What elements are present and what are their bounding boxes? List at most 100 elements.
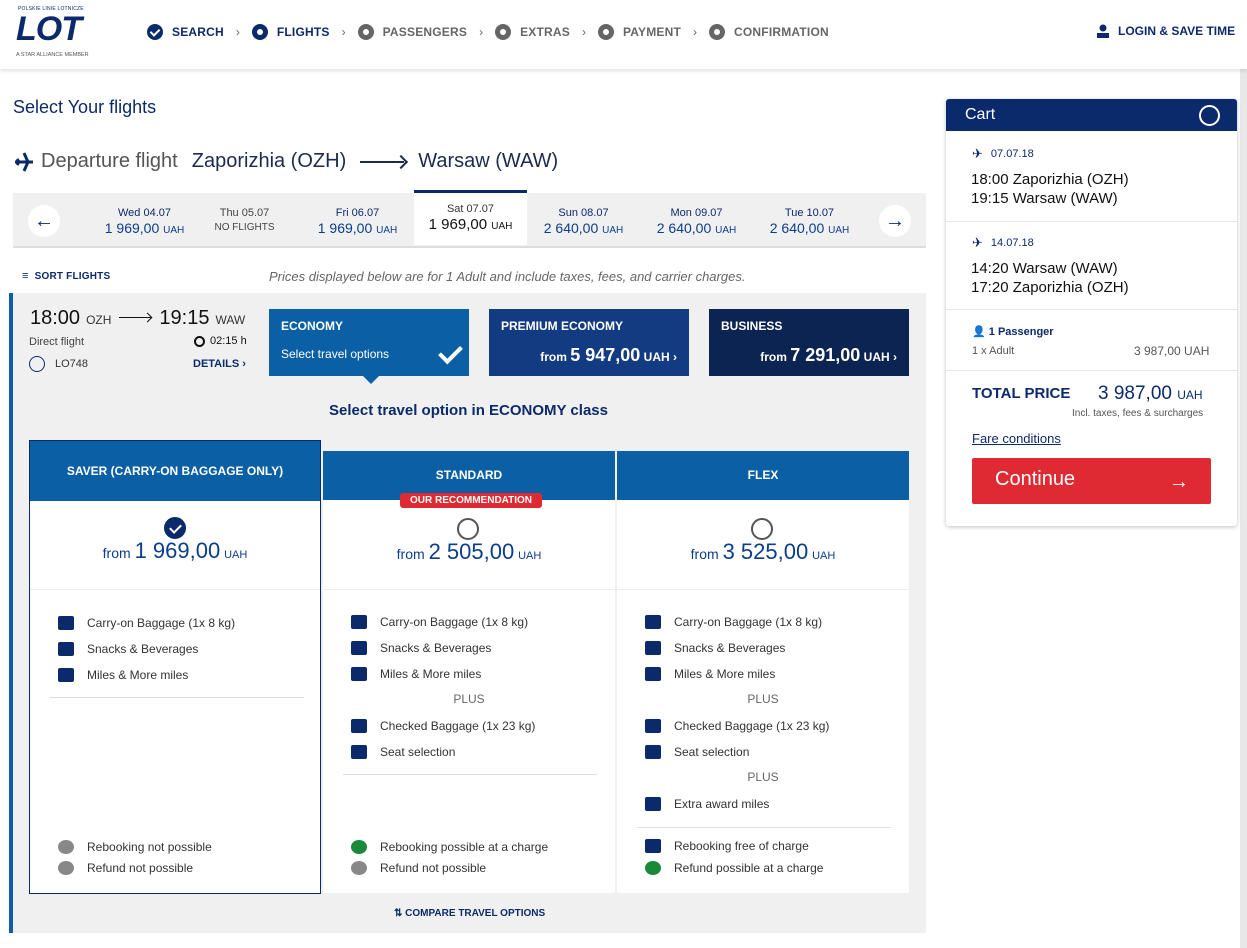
snack-icon [58, 642, 74, 656]
next-dates-button[interactable]: → [879, 205, 911, 237]
star-alliance-text: A STAR ALLIANCE MEMBER [16, 52, 89, 58]
fare-conditions-link[interactable]: Fare conditions [972, 431, 1061, 446]
select-option-heading: Select travel option in ECONOMY class [329, 402, 608, 419]
login-button[interactable]: LOGIN & SAVE TIME [1096, 24, 1235, 38]
cart-segment-outbound: ✈ 07.07.18 18:00 Zaporizhia (OZH) 19:15 W… [971, 146, 1129, 207]
plus-divider: PLUS [453, 692, 485, 706]
passenger-type: 1 x Adult [972, 345, 1015, 357]
step-icon [495, 24, 512, 40]
scrollbar[interactable] [1240, 0, 1247, 948]
feature-seat: Seat selection [645, 745, 749, 759]
date-tab-sun[interactable]: Sun 08.07 2 640,00 UAH [527, 193, 640, 246]
radio-icon[interactable] [457, 518, 479, 540]
feature-snacks: Snacks & Beverages [351, 641, 491, 655]
origin-city: Zaporizhia (OZH) [191, 150, 347, 172]
lot-logo[interactable]: POLSKIE LINIE LOTNICZE LOT A STAR ALLIAN… [14, 6, 100, 62]
step-icon [709, 24, 726, 40]
plus-divider: PLUS [747, 770, 779, 784]
snack-icon [645, 641, 661, 655]
chevron-right-icon: › [341, 25, 346, 39]
chevron-right-icon: › [581, 25, 586, 39]
feature-checked-baggage: Checked Baggage (1x 23 kg) [351, 719, 535, 733]
total-incl-note: Incl. taxes, fees & surcharges [1072, 408, 1204, 419]
seat-icon [351, 745, 367, 759]
date-tab-fri[interactable]: Fri 06.07 1 969,00 UAH [301, 193, 414, 246]
feature-rebooking: Rebooking not possible [58, 840, 212, 854]
step-search[interactable]: SEARCH [147, 24, 224, 40]
euro-icon [351, 840, 367, 854]
cross-icon [58, 840, 74, 854]
step-icon [597, 24, 614, 40]
date-tab-tue[interactable]: Tue 10.07 2 640,00 UAH [753, 193, 866, 246]
cross-icon [351, 861, 367, 875]
cart-header: Cart [946, 99, 1237, 131]
prev-dates-button[interactable]: ← [28, 205, 60, 237]
luggage-icon [351, 615, 367, 629]
feature-miles: Miles & More miles [58, 668, 188, 682]
continue-button[interactable]: Continue → [972, 458, 1211, 504]
date-tab-wed[interactable]: Wed 04.07 1 969,00 UAH [88, 193, 201, 246]
feature-snacks: Snacks & Beverages [58, 642, 198, 656]
feature-miles: Miles & More miles [351, 667, 481, 681]
passenger-icon: 👤 [972, 326, 986, 338]
chevron-right-icon: › [693, 25, 698, 39]
logo-wordmark: LOT [16, 10, 82, 48]
sort-flights-button[interactable]: ≡ SORT FLIGHTS [22, 270, 110, 282]
step-payment: PAYMENT [597, 24, 681, 40]
fare-standard-card[interactable]: STANDARD OUR RECOMMENDATION from 2 505,0… [323, 451, 615, 893]
premium-economy-class-button[interactable]: PREMIUM ECONOMY from 5 947,00 UAH › [489, 309, 689, 376]
radio-icon[interactable] [751, 518, 773, 540]
suitcase-icon [351, 719, 367, 733]
fare-price: from 2 505,00 UAH [396, 539, 542, 564]
suitcase-icon [645, 719, 661, 733]
fare-price: from 3 525,00 UAH [690, 539, 836, 564]
booking-steps: SEARCH › FLIGHTS › PASSENGERS › EXTRAS ›… [147, 24, 829, 40]
fare-price: from 1 969,00 UAH [102, 538, 248, 563]
euro-icon [645, 861, 661, 875]
fare-name: SAVER (CARRY-ON BAGGAGE ONLY) [30, 441, 320, 501]
feature-refund: Refund not possible [351, 861, 486, 875]
feature-miles: Miles & More miles [645, 667, 775, 681]
cart-segment-return: ✈ 14.07.18 14:20 Warsaw (WAW) 17:20 Zapor… [971, 235, 1129, 296]
feature-carry-on: Carry-on Baggage (1x 8 kg) [58, 616, 235, 630]
feature-refund: Refund not possible [58, 861, 193, 875]
step-icon [357, 24, 374, 40]
swap-icon: ⇅ [394, 908, 403, 919]
step-passengers: PASSENGERS [357, 24, 467, 40]
step-flights[interactable]: FLIGHTS [251, 24, 330, 40]
total-price: 3 987,00 UAH [1098, 383, 1203, 404]
plane-icon: ✈ [972, 146, 983, 161]
recommendation-badge: OUR RECOMMENDATION [400, 493, 543, 508]
fare-saver-card[interactable]: SAVER (CARRY-ON BAGGAGE ONLY) from 1 969… [29, 440, 321, 894]
feature-rebooking: Rebooking possible at a charge [351, 840, 548, 854]
feature-seat: Seat selection [351, 745, 455, 759]
sort-icon: ≡ [22, 270, 29, 282]
economy-class-button[interactable]: ECONOMY Select travel options [269, 309, 469, 384]
total-price-label: TOTAL PRICE [972, 385, 1071, 402]
plane-icon: ✈ [972, 235, 983, 250]
date-tab-sat-selected[interactable]: Sat 07.07 1 969,00 UAH [414, 190, 527, 245]
chevron-right-icon: › [235, 25, 240, 39]
fare-flex-card[interactable]: FLEX from 3 525,00 UAH Carry-on Baggage … [617, 451, 909, 893]
miles-card-icon [645, 667, 661, 681]
arrow-right-icon [119, 317, 152, 318]
award-miles-icon [645, 797, 661, 811]
feature-refund: Refund possible at a charge [645, 861, 823, 875]
lot-crane-icon [29, 356, 45, 372]
business-class-button[interactable]: BUSINESS from 7 291,00 UAH › [709, 309, 909, 376]
selected-radio-icon[interactable] [164, 517, 186, 539]
lot-crane-icon [1199, 105, 1220, 126]
seat-icon [645, 745, 661, 759]
passenger-count: 👤 1 Passenger [972, 326, 1054, 338]
feature-rebooking: Rebooking free of charge [645, 839, 809, 853]
snack-icon [351, 641, 367, 655]
passenger-price: 3 987,00 UAH [1134, 344, 1210, 358]
step-extras: EXTRAS [495, 24, 570, 40]
feature-checked-baggage: Checked Baggage (1x 23 kg) [645, 719, 829, 733]
date-tab-mon[interactable]: Mon 09.07 2 640,00 UAH [640, 193, 753, 246]
details-link[interactable]: DETAILS › [193, 358, 246, 370]
feature-carry-on: Carry-on Baggage (1x 8 kg) [351, 615, 528, 629]
compare-travel-options-link[interactable]: ⇅ COMPARE TRAVEL OPTIONS [394, 908, 545, 919]
page-title: Select Your flights [13, 97, 157, 117]
miles-card-icon [351, 667, 367, 681]
